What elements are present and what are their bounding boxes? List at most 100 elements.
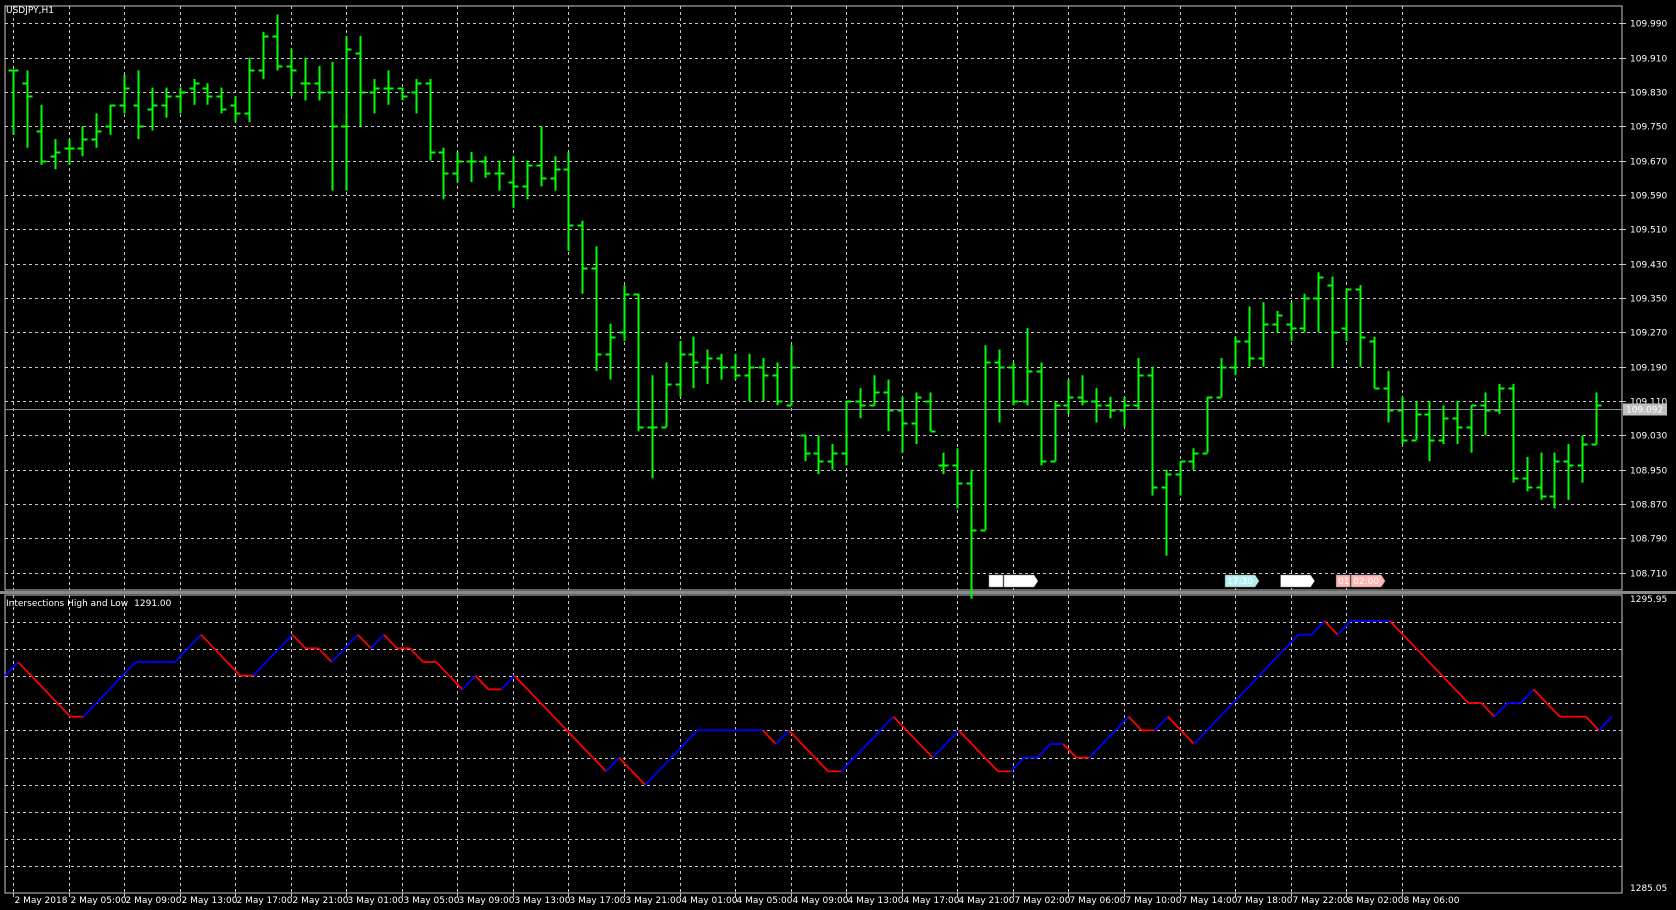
ohlc-bar [1036, 362, 1047, 466]
ohlc-bar [1230, 336, 1241, 376]
ohlc-bar [647, 375, 658, 479]
ohlc-bar [1313, 272, 1324, 333]
indicator-segment [82, 702, 98, 718]
indicator-segment [984, 757, 999, 772]
indicator-segment [409, 647, 424, 663]
indicator-segment [971, 743, 986, 759]
y-tick-label: 109.030 [1630, 432, 1667, 442]
ohlc-bar [1188, 448, 1199, 470]
x-tick-label: 7 May 06:00 [1070, 896, 1126, 906]
ohlc-bar [438, 147, 449, 200]
indicator-segment [200, 634, 215, 649]
ohlc-bar [758, 358, 769, 402]
ohlc-bar [563, 152, 574, 251]
ohlc-bar [189, 79, 200, 105]
indicator-segment [775, 729, 790, 745]
indicator-segment [1519, 688, 1535, 704]
ohlc-bar [772, 362, 783, 406]
ohlc-bar [591, 246, 602, 371]
ohlc-bar [1077, 375, 1088, 406]
ohlc-bar [494, 160, 505, 191]
time-marker-time: 02:00 [1006, 577, 1032, 587]
ohlc-bar [522, 160, 533, 200]
indicator-segment [1480, 702, 1496, 718]
indicator-segment [370, 634, 385, 649]
ohlc-bar [1452, 401, 1463, 444]
ohlc-bar [1383, 371, 1394, 423]
ohlc-bar [536, 126, 547, 187]
indicator-segment [226, 661, 241, 677]
time-marker-day: 01 [1338, 577, 1349, 587]
ohlc-bar [8, 69, 19, 135]
indicator-segment [657, 757, 672, 772]
indicator-segment [291, 634, 307, 649]
ohlc-bar [855, 388, 866, 419]
time-marker: 21:30 [1280, 574, 1315, 588]
y-tick-label: 109.510 [1630, 226, 1667, 236]
ohlc-bar [397, 87, 408, 101]
indicator-segment [1180, 729, 1195, 745]
y-tick-label: 109.190 [1630, 364, 1667, 374]
time-marker-time: 17:30 [1227, 577, 1253, 587]
ohlc-bar [105, 104, 116, 135]
indicator-segment [1010, 757, 1025, 772]
indicator-segment [618, 757, 633, 772]
ohlc-bar [688, 336, 699, 389]
ohlc-bar [1508, 383, 1519, 483]
ohlc-bar [869, 375, 880, 407]
indicator-segment [265, 647, 281, 663]
indicator-segment [1415, 647, 1430, 663]
ohlc-bar [1424, 401, 1435, 462]
indicator-segment [1428, 661, 1443, 677]
symbol-label: USDJPY,H1 [6, 6, 54, 16]
current-price-label: 109.092 [1626, 406, 1663, 416]
indicator-name: Intersections High and Low [6, 599, 128, 609]
ohlc-bar [897, 396, 908, 453]
ohlc-bar [1022, 328, 1033, 406]
indicator-segment [853, 743, 868, 759]
indicator-segment [1127, 716, 1143, 731]
ohlc-bar [1341, 288, 1352, 341]
y-tick-label: 109.750 [1630, 123, 1667, 133]
indicator-segment [1402, 634, 1417, 649]
indicator-segment [383, 634, 398, 649]
indicator-segment [605, 757, 620, 772]
y-tick-label: 109.430 [1630, 261, 1667, 271]
indicator-segment [4, 661, 19, 677]
ohlc-bar [133, 70, 144, 140]
indicator-segment [1167, 716, 1182, 731]
y-tick-label: 109.830 [1630, 89, 1667, 99]
ohlc-bar [980, 345, 991, 532]
ohlc-bar [50, 139, 61, 170]
indicator-segment [252, 661, 267, 677]
ohlc-bar [1522, 456, 1533, 492]
indicator-segment [840, 757, 855, 772]
mt4-chart-window[interactable]: 109.990 109.910 109.830 109.750 109.670 109.5… [0, 0, 1676, 910]
ohlc-bar [730, 353, 741, 380]
indicator-segment [1101, 729, 1117, 745]
indicator-segment [1310, 620, 1326, 636]
ohlc-bar [1202, 396, 1213, 455]
ohlc-bar [883, 379, 894, 432]
x-tick-label: 3 May 09:00 [459, 896, 515, 906]
ohlc-bar [744, 353, 755, 402]
y-tick-label: 109.670 [1630, 158, 1667, 168]
indicator-segment [474, 675, 490, 690]
ohlc-bar [1105, 396, 1116, 419]
ohlc-bar [1591, 392, 1602, 446]
ohlc-bar [1536, 452, 1547, 500]
x-tick-label: 4 May 13:00 [848, 896, 904, 906]
ohlc-bar [1091, 388, 1102, 423]
y-tick-label: 109.990 [1630, 20, 1667, 30]
ohlc-bar [369, 79, 380, 114]
ohlc-bar [1299, 293, 1310, 333]
ohlc-bar [355, 36, 366, 127]
indicator-segment [1532, 688, 1548, 704]
x-tick-label: 7 May 10:00 [1126, 896, 1182, 906]
indicator-segment [879, 716, 895, 731]
ohlc-bar [230, 96, 241, 122]
ohlc-bar [994, 349, 1005, 423]
indicator-segment [1088, 743, 1104, 759]
indicator-segment [1454, 688, 1469, 704]
ohlc-bar [661, 362, 672, 429]
